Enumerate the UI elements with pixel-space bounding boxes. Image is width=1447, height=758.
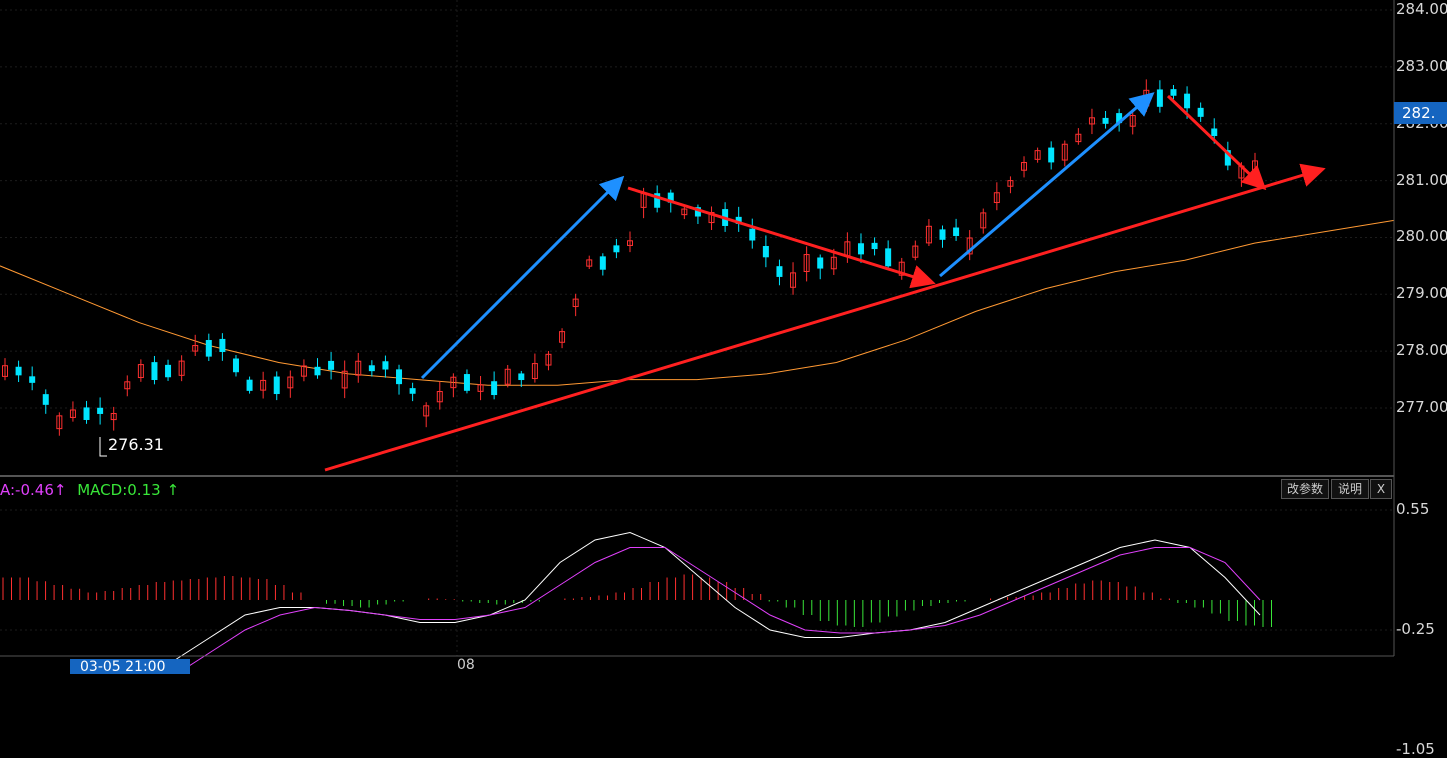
candle-body bbox=[817, 257, 824, 269]
candles bbox=[2, 79, 1258, 457]
macd-axis-label: -0.25 bbox=[1396, 620, 1435, 638]
date-label: 08 bbox=[457, 657, 475, 673]
candle-body bbox=[29, 376, 36, 383]
candle-body bbox=[599, 256, 606, 270]
dea-line bbox=[175, 547, 1261, 674]
candle-body bbox=[1170, 89, 1177, 96]
dea-arrow-icon: ↑ bbox=[53, 481, 67, 499]
candle-body bbox=[1197, 107, 1204, 117]
candle-body bbox=[613, 245, 620, 253]
price-axis-label: 279.00 bbox=[1396, 284, 1447, 303]
time-cursor-label: 03-05 21:00 bbox=[70, 659, 190, 674]
price-axis-label: 278.00 bbox=[1396, 341, 1447, 360]
candle-body bbox=[953, 227, 960, 236]
candle-body bbox=[396, 369, 403, 385]
candle-body bbox=[762, 246, 769, 258]
candle-body bbox=[15, 366, 22, 376]
trendlines bbox=[324, 92, 1326, 472]
candle-body bbox=[97, 407, 104, 414]
dif-line bbox=[152, 531, 1261, 674]
downtrend-arrow-2 bbox=[1166, 94, 1267, 191]
low-marker-label: 276.31 bbox=[108, 435, 164, 454]
price-axis-label: 277.00 bbox=[1396, 398, 1447, 417]
candle-body bbox=[749, 228, 756, 241]
candle-body bbox=[328, 360, 335, 370]
candle-body bbox=[165, 364, 172, 378]
candle-body bbox=[273, 376, 280, 395]
macd-panel-plot bbox=[0, 509, 1394, 674]
candle-body bbox=[246, 379, 253, 391]
candle-body bbox=[463, 374, 470, 391]
candle-body bbox=[205, 340, 212, 357]
price-axis-label: 284.00 bbox=[1396, 0, 1447, 18]
candle-body bbox=[885, 248, 892, 267]
candle-body bbox=[1102, 117, 1109, 124]
candle-body bbox=[939, 229, 946, 240]
candle-body bbox=[518, 373, 525, 381]
candle-body bbox=[314, 366, 321, 376]
close-panel-button[interactable]: X bbox=[1370, 479, 1392, 499]
help-button[interactable]: 说明 bbox=[1331, 479, 1369, 499]
candle-body bbox=[42, 394, 49, 405]
macd-axis-label: 0.55 bbox=[1396, 500, 1430, 518]
candle-body bbox=[83, 407, 90, 420]
macd-legend: A:-0.46↑ MACD:0.13 ↑ bbox=[0, 481, 179, 499]
macd-arrow-icon: ↑ bbox=[166, 481, 180, 499]
uptrend-arrow-2 bbox=[939, 92, 1155, 278]
candle-body bbox=[382, 361, 389, 370]
chart-area bbox=[0, 0, 1395, 674]
candle-body bbox=[491, 381, 498, 396]
candle-body bbox=[232, 358, 239, 373]
candle-body bbox=[1184, 93, 1191, 109]
macd-axis-label: -1.05 bbox=[1396, 740, 1435, 758]
dea-value: A:-0.46 bbox=[0, 481, 54, 499]
support-trendline bbox=[324, 163, 1326, 472]
price-axis-label: 283.00 bbox=[1396, 56, 1447, 75]
candle-body bbox=[368, 365, 375, 372]
macd-value: MACD:0.13 bbox=[77, 481, 161, 499]
candle-body bbox=[857, 243, 864, 255]
candle-body bbox=[871, 242, 878, 250]
candle-body bbox=[1211, 128, 1218, 137]
price-axis-label: 281.00 bbox=[1396, 170, 1447, 189]
candle-body bbox=[1156, 89, 1163, 107]
candle-body bbox=[776, 266, 783, 277]
price-axis-label: 280.00 bbox=[1396, 227, 1447, 246]
edit-params-button[interactable]: 改参数 bbox=[1281, 479, 1329, 499]
current-price-tag: 282. bbox=[1394, 102, 1447, 124]
candle-body bbox=[1048, 147, 1055, 163]
candle-body bbox=[151, 362, 158, 381]
low-marker-bracket bbox=[99, 437, 107, 457]
uptrend-arrow-1 bbox=[420, 175, 625, 380]
candle-body bbox=[219, 338, 226, 353]
candle-body bbox=[409, 388, 416, 394]
